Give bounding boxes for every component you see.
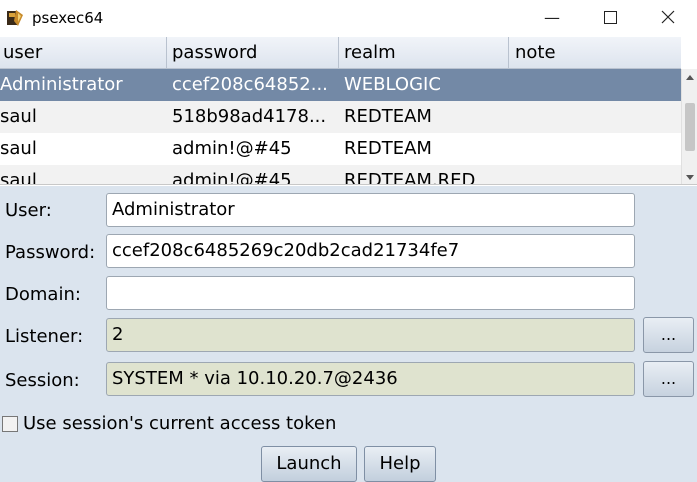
cell-user: saul bbox=[0, 138, 37, 159]
domain-label: Domain: bbox=[5, 284, 81, 305]
credentials-table: user password realm note Administrator c… bbox=[0, 37, 697, 185]
user-label: User: bbox=[5, 200, 52, 221]
cell-password: 518b98ad4178... bbox=[172, 106, 327, 127]
access-token-checkbox-label[interactable]: Use session's current access token bbox=[23, 413, 336, 434]
password-field[interactable]: ccef208c6485269c20db2cad21734fe7 bbox=[106, 234, 635, 268]
table-body: Administrator ccef208c64852... WEBLOGIC … bbox=[0, 69, 681, 185]
access-token-checkbox[interactable] bbox=[2, 415, 18, 432]
window-title: psexec64 bbox=[32, 9, 104, 27]
cell-user: Administrator bbox=[0, 74, 123, 95]
close-icon[interactable] bbox=[639, 0, 697, 34]
maximize-icon[interactable] bbox=[581, 0, 639, 34]
user-field[interactable]: Administrator bbox=[106, 193, 635, 227]
cell-password: admin!@#45 bbox=[172, 138, 292, 159]
cell-user: saul bbox=[0, 170, 37, 185]
scrollbar-thumb[interactable] bbox=[685, 103, 695, 151]
scroll-up-arrow-icon[interactable] bbox=[682, 69, 697, 85]
table-header: user password realm note bbox=[0, 37, 681, 69]
cell-realm: WEBLOGIC bbox=[344, 74, 441, 95]
session-browse-button[interactable]: ... bbox=[643, 361, 694, 397]
table-row[interactable]: Administrator ccef208c64852... WEBLOGIC bbox=[0, 69, 681, 101]
table-row[interactable]: saul admin!@#45 REDTEAM.RED bbox=[0, 165, 681, 185]
cell-password: ccef208c64852... bbox=[172, 74, 328, 95]
listener-label: Listener: bbox=[5, 326, 84, 347]
scroll-down-arrow-icon[interactable] bbox=[682, 169, 697, 184]
password-label: Password: bbox=[5, 242, 96, 263]
column-header-password[interactable]: password bbox=[167, 37, 339, 69]
cell-note bbox=[509, 101, 681, 133]
access-token-option[interactable]: Use session's current access token bbox=[2, 413, 336, 434]
minimize-icon[interactable]: — bbox=[523, 0, 581, 34]
column-header-user[interactable]: user bbox=[0, 37, 167, 69]
psexec-app-icon bbox=[6, 9, 24, 27]
cell-note bbox=[509, 165, 681, 184]
column-header-realm[interactable]: realm bbox=[339, 37, 509, 69]
table-row[interactable]: saul 518b98ad4178... REDTEAM bbox=[0, 101, 681, 133]
domain-field[interactable] bbox=[106, 276, 635, 310]
cell-realm: REDTEAM bbox=[344, 138, 432, 159]
cell-realm: REDTEAM.RED bbox=[344, 170, 476, 185]
column-header-note[interactable]: note bbox=[509, 37, 681, 69]
listener-browse-button[interactable]: ... bbox=[643, 317, 694, 353]
launch-button[interactable]: Launch bbox=[261, 446, 357, 482]
cell-note bbox=[509, 69, 681, 101]
table-row[interactable]: saul admin!@#45 REDTEAM bbox=[0, 133, 681, 165]
cell-note bbox=[509, 133, 681, 165]
cell-user: saul bbox=[0, 106, 37, 127]
title-bar: psexec64 — bbox=[0, 0, 697, 36]
table-scrollbar[interactable] bbox=[681, 69, 697, 184]
session-label: Session: bbox=[5, 370, 80, 391]
listener-field: 2 bbox=[106, 318, 635, 352]
help-button[interactable]: Help bbox=[364, 446, 436, 482]
session-field: SYSTEM * via 10.10.20.7@2436 bbox=[106, 362, 635, 396]
cell-password: admin!@#45 bbox=[172, 170, 292, 185]
launch-form: User: Administrator Password: ccef208c64… bbox=[0, 186, 697, 482]
cell-realm: REDTEAM bbox=[344, 106, 432, 127]
